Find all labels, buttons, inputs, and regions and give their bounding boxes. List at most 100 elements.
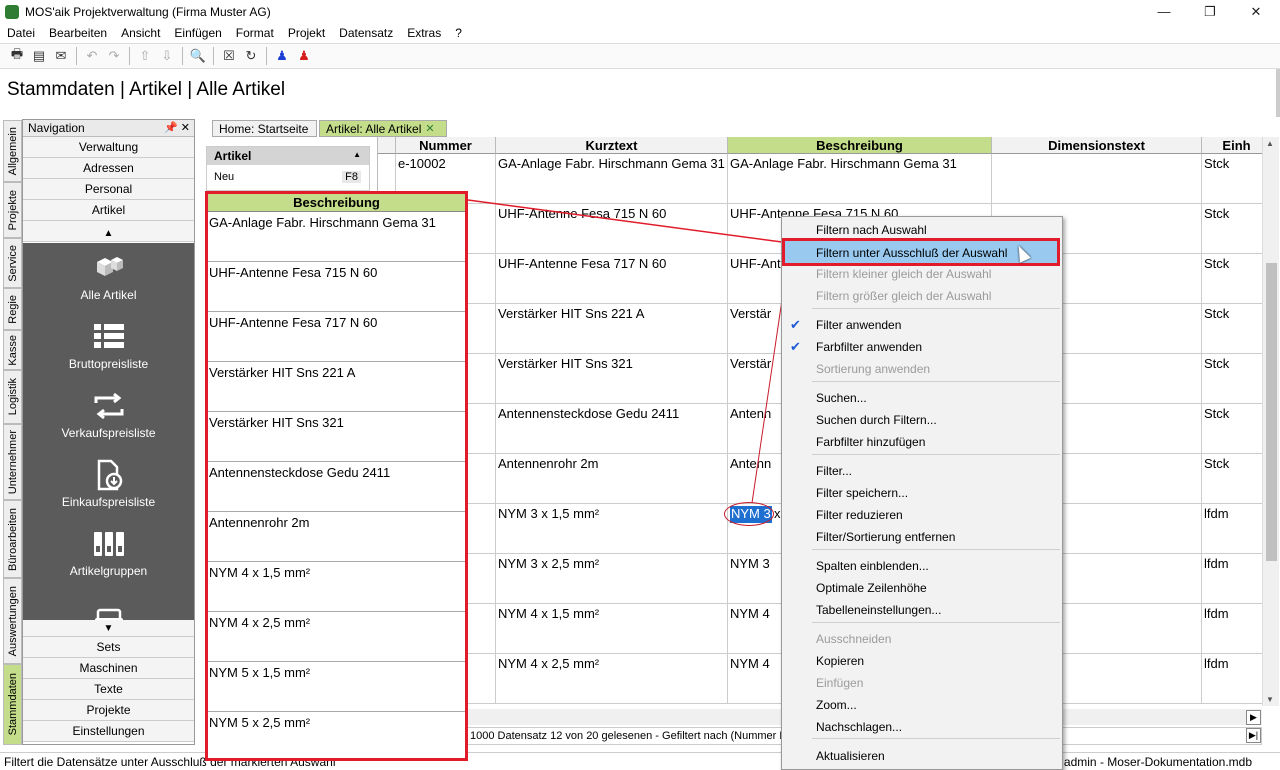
nav-verwaltung[interactable]: Verwaltung <box>23 137 194 158</box>
vtab-bueroarbeiten[interactable]: Büroarbeiten <box>3 500 22 578</box>
nav-projekte[interactable]: Projekte <box>23 700 194 721</box>
delete-icon[interactable]: ☒ <box>218 46 240 66</box>
grid-cell[interactable]: Stck <box>1202 354 1262 404</box>
context-menu-item[interactable]: Filter/Sortierung entfernen <box>816 526 955 548</box>
grid-cell[interactable]: Stck <box>1202 254 1262 304</box>
arrow-up-icon[interactable]: ⇧ <box>134 46 156 66</box>
column-header-einheit[interactable]: Einh <box>1202 137 1262 154</box>
nav-item-partial[interactable] <box>23 588 194 620</box>
grid-cell[interactable]: lfdm <box>1202 604 1262 654</box>
vtab-service[interactable]: Service <box>3 238 22 288</box>
vtab-stammdaten[interactable]: Stammdaten <box>3 664 22 745</box>
nav-item-alle-artikel[interactable]: Alle Artikel <box>23 243 194 312</box>
close-icon[interactable]: ✕ <box>181 121 190 134</box>
grid-cell[interactable]: Verstärker HIT Sns 321 <box>496 354 728 404</box>
context-menu-item[interactable]: Kopieren <box>816 650 864 672</box>
grid-cell[interactable]: GA-Anlage Fabr. Hirschmann Gema 31 <box>728 154 992 204</box>
undo-icon[interactable]: ↶ <box>81 46 103 66</box>
vtab-kasse[interactable]: Kasse <box>3 330 22 370</box>
minimize-button[interactable]: — <box>1141 0 1187 23</box>
column-header-beschreibung[interactable]: Beschreibung <box>728 137 992 154</box>
nav-personal[interactable]: Personal <box>23 179 194 200</box>
context-menu-item[interactable]: Farbfilter hinzufügen <box>816 431 925 453</box>
menu-einfuegen[interactable]: Einfügen <box>167 26 228 40</box>
side-panel-new[interactable]: Neu F8 <box>207 165 369 189</box>
vtab-projekte[interactable]: Projekte <box>3 182 22 238</box>
vtab-auswertungen[interactable]: Auswertungen <box>3 578 22 664</box>
menu-datei[interactable]: Datei <box>0 26 42 40</box>
grid-cell[interactable]: NYM 4 x 2,5 mm² <box>496 654 728 704</box>
grid-cell[interactable]: lfdm <box>1202 554 1262 604</box>
nav-item-verkaufspreisliste[interactable]: Verkaufspreisliste <box>23 381 194 450</box>
maximize-button[interactable]: ❐ <box>1187 0 1233 23</box>
user-blue-icon[interactable]: ♟ <box>271 46 293 66</box>
print-icon[interactable]: 🖶 <box>6 46 28 66</box>
print-preview-icon[interactable]: ▤ <box>28 46 50 66</box>
mail-icon[interactable]: ✉ <box>50 46 72 66</box>
search-document-icon[interactable]: 🔍 <box>187 46 209 66</box>
arrow-down-icon[interactable]: ⇩ <box>156 46 178 66</box>
column-header-kurztext[interactable]: Kurztext <box>496 137 728 154</box>
grid-cell[interactable]: Stck <box>1202 404 1262 454</box>
grid-cell[interactable]: Stck <box>1202 154 1262 204</box>
context-menu-item[interactable]: Suchen durch Filtern... <box>816 409 937 431</box>
grid-cell[interactable]: UHF-Antenne Fesa 715 N 60 <box>496 204 728 254</box>
column-header-nummer[interactable]: Nummer <box>396 137 496 154</box>
close-tab-icon[interactable]: ✕ <box>425 122 434 135</box>
nav-scroll-up-icon[interactable]: ▲ <box>23 225 194 242</box>
grid-cell[interactable] <box>992 154 1202 204</box>
menu-bearbeiten[interactable]: Bearbeiten <box>42 26 114 40</box>
nav-texte[interactable]: Texte <box>23 679 194 700</box>
vtab-unternehmer[interactable]: Unternehmer <box>3 424 22 500</box>
context-menu-item[interactable]: Filter reduzieren <box>816 504 903 526</box>
context-menu-item[interactable]: Zoom... <box>816 694 857 716</box>
tab-home[interactable]: Home: Startseite <box>212 120 317 137</box>
refresh-icon[interactable]: ↻ <box>240 46 262 66</box>
collapse-icon[interactable]: ▲ <box>353 150 361 159</box>
context-menu-item[interactable]: Optimale Zeilenhöhe <box>816 577 927 599</box>
vtab-regie[interactable]: Regie <box>3 288 22 330</box>
menu-projekt[interactable]: Projekt <box>281 26 332 40</box>
grid-cell[interactable]: lfdm <box>1202 654 1262 704</box>
nav-item-artikelgruppen[interactable]: Artikelgruppen <box>23 519 194 588</box>
grid-cell[interactable]: Stck <box>1202 204 1262 254</box>
nav-scroll-down-icon[interactable]: ▼ <box>23 620 194 637</box>
nav-einstellungen[interactable]: Einstellungen <box>23 721 194 742</box>
context-menu-item[interactable]: Aktualisieren <box>816 745 885 767</box>
side-panel-header[interactable]: Artikel ▲ <box>207 147 369 165</box>
tab-alle-artikel[interactable]: Artikel: Alle Artikel ✕ <box>319 120 447 137</box>
nav-adressen[interactable]: Adressen <box>23 158 194 179</box>
context-menu-item[interactable]: Filter anwenden <box>816 314 901 336</box>
menu-help[interactable]: ? <box>448 26 469 40</box>
context-menu-item[interactable]: Filter... <box>816 460 852 482</box>
grid-cell[interactable]: UHF-Antenne Fesa 717 N 60 <box>496 254 728 304</box>
grid-cell[interactable]: GA-Anlage Fabr. Hirschmann Gema 31 <box>496 154 728 204</box>
scroll-down-arrow-icon[interactable]: ▼ <box>1266 695 1274 704</box>
grid-cell[interactable]: Antennenrohr 2m <box>496 454 728 504</box>
grid-cell[interactable]: Verstärker HIT Sns 221 A <box>496 304 728 354</box>
heading-scrollbar[interactable] <box>1276 69 1280 117</box>
last-record-icon[interactable]: ▶| <box>1246 728 1261 743</box>
context-menu-item[interactable]: Farbfilter anwenden <box>816 336 922 358</box>
nav-maschinen[interactable]: Maschinen <box>23 658 194 679</box>
pin-icon[interactable]: 📌 <box>164 121 178 134</box>
close-window-button[interactable]: ✕ <box>1233 0 1279 23</box>
vtab-logistik[interactable]: Logistik <box>3 370 22 424</box>
menu-datensatz[interactable]: Datensatz <box>332 26 400 40</box>
user-red-icon[interactable]: ♟ <box>293 46 315 66</box>
context-menu-item[interactable]: Spalten einblenden... <box>816 555 929 577</box>
vertical-scrollbar[interactable]: ▲ ▼ <box>1262 137 1279 706</box>
next-record-icon[interactable]: ▶ <box>1246 710 1261 725</box>
menu-format[interactable]: Format <box>229 26 281 40</box>
grid-cell[interactable]: NYM 4 x 1,5 mm² <box>496 604 728 654</box>
nav-item-bruttopreisliste[interactable]: Bruttopreisliste <box>23 312 194 381</box>
column-header-dimensionstext[interactable]: Dimensionstext <box>992 137 1202 154</box>
scroll-up-arrow-icon[interactable]: ▲ <box>1266 139 1274 148</box>
grid-cell[interactable]: NYM 3 x 2,5 mm² <box>496 554 728 604</box>
context-menu-item[interactable]: Nachschlagen... <box>816 716 902 738</box>
scroll-thumb[interactable] <box>1266 263 1277 561</box>
grid-cell[interactable]: Stck <box>1202 304 1262 354</box>
context-menu-item[interactable]: Suchen... <box>816 387 867 409</box>
grid-cell[interactable]: Antennensteckdose Gedu 2411 <box>496 404 728 454</box>
redo-icon[interactable]: ↷ <box>103 46 125 66</box>
